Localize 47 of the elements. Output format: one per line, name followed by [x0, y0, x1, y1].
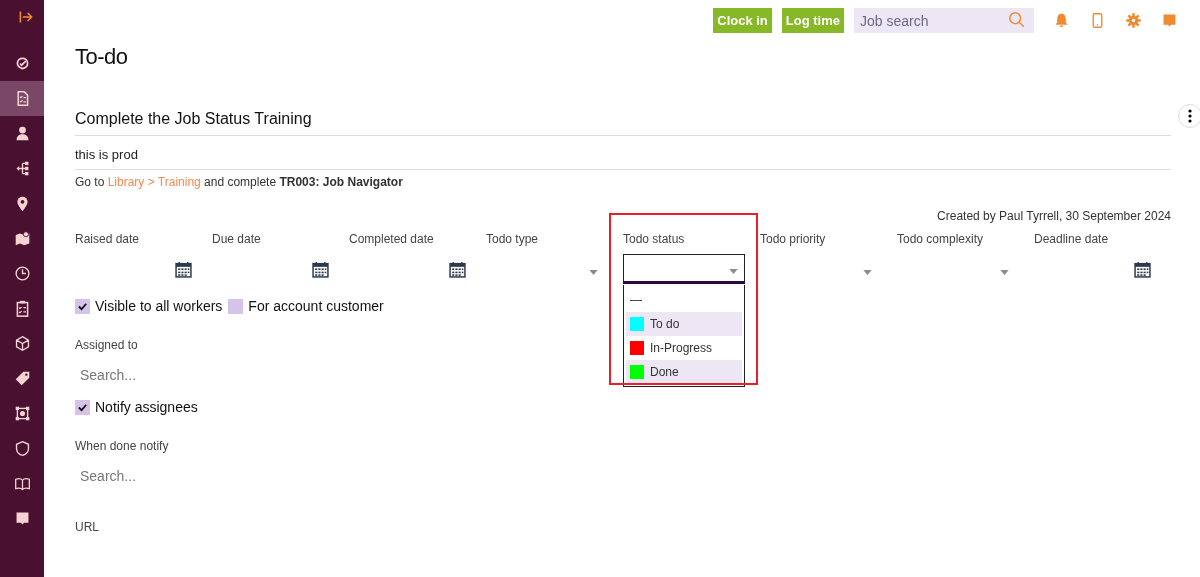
todo-subtitle: this is prod — [75, 136, 1171, 170]
dropdown-option[interactable]: To do — [626, 312, 742, 336]
todo-title: Complete the Job Status Training — [75, 110, 1171, 136]
checkmark-icon — [77, 300, 88, 312]
checkbox-label: For account customer — [248, 298, 384, 314]
field-label: Completed date — [349, 232, 435, 246]
created-by-text: Created by Paul Tyrrell, 30 September 2024 — [936, 209, 1171, 223]
checkbox-label: Notify assignees — [95, 399, 198, 415]
calendar-icon[interactable] — [175, 260, 192, 278]
field-label: Assigned to — [75, 338, 138, 352]
field-label: Todo type — [486, 232, 540, 246]
field-label: Todo status — [623, 232, 686, 246]
shield-icon[interactable] — [13, 440, 31, 457]
calendar-icon[interactable] — [449, 260, 466, 278]
cube-icon[interactable] — [13, 335, 31, 352]
dropdown-option[interactable]: — — [626, 288, 742, 312]
field-label: Todo complexity — [897, 232, 985, 246]
map-icon[interactable] — [13, 230, 31, 247]
search-field[interactable]: Search... — [75, 468, 285, 484]
clock-icon[interactable] — [13, 265, 31, 282]
caret-icon — [729, 268, 738, 274]
field-label: Due date — [212, 232, 262, 246]
book-icon[interactable] — [13, 475, 31, 492]
checkbox[interactable] — [228, 298, 244, 314]
caret-icon — [1000, 269, 1009, 275]
tag-icon[interactable] — [13, 370, 31, 387]
field-label: Raised date — [75, 232, 141, 246]
search-field[interactable]: Search... — [75, 367, 285, 383]
caret-icon — [589, 269, 598, 275]
field-label: When done notify — [75, 439, 169, 453]
calendar-icon[interactable] — [1134, 260, 1151, 278]
dropdown-option[interactable]: In-Progress — [626, 336, 742, 360]
page-title: To-do — [75, 44, 129, 70]
calendar-icon[interactable] — [312, 260, 329, 278]
dropdown-option[interactable]: Done — [626, 360, 742, 384]
field-label: Todo priority — [760, 232, 827, 246]
search-field[interactable]: Job search — [854, 8, 1034, 33]
instruction-text: Go to Library > Training and complete TR003: Job Navigator — [75, 175, 404, 189]
checkbox[interactable] — [75, 298, 90, 314]
collapse-toggle-icon[interactable] — [18, 9, 34, 25]
field-label: Deadline date — [1034, 232, 1110, 246]
checkbox-label: Visible to all workers — [95, 298, 223, 314]
caret-icon — [863, 269, 872, 275]
checkbox[interactable] — [75, 399, 90, 415]
frame-icon[interactable] — [13, 405, 31, 422]
checkmark-icon — [77, 401, 88, 413]
field-label: URL — [75, 520, 99, 534]
